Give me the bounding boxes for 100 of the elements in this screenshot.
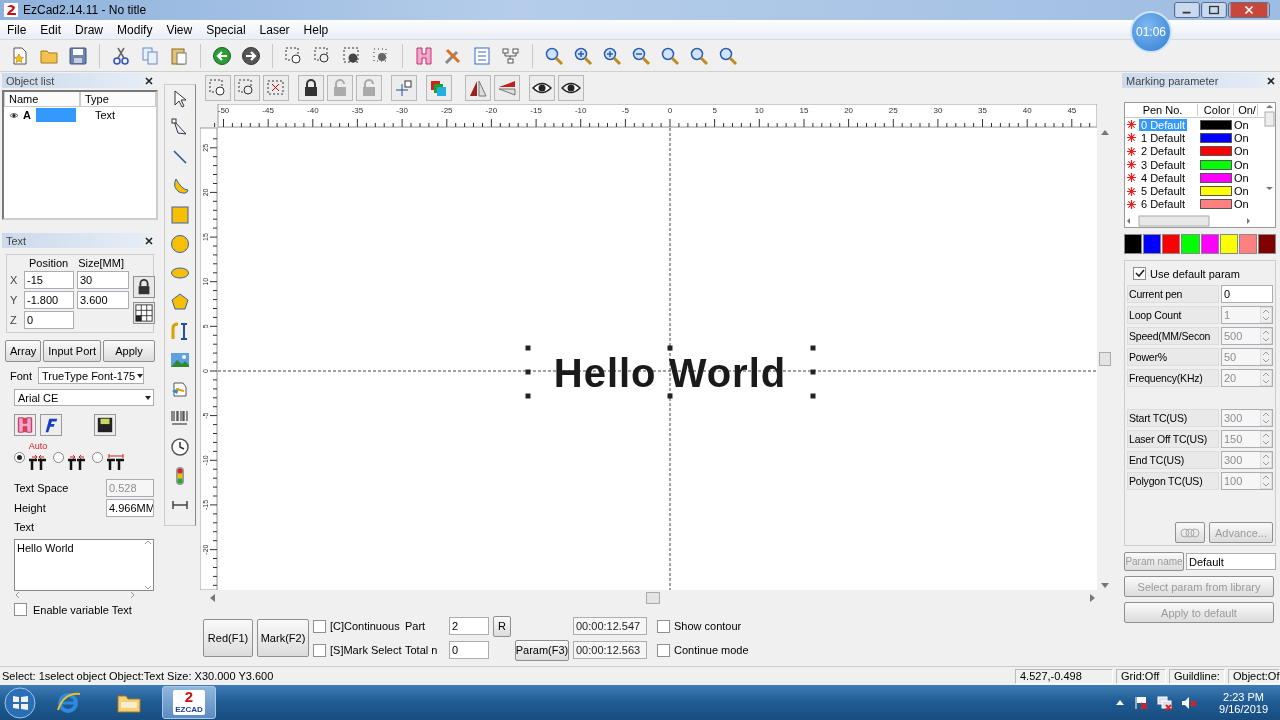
close-icon[interactable] xyxy=(1266,75,1276,86)
image-icon[interactable] xyxy=(170,350,190,370)
preview-button[interactable]: Red(F1) xyxy=(203,619,253,657)
scroll-thumb[interactable] xyxy=(1099,352,1111,366)
position-field[interactable]: 0 xyxy=(24,311,74,329)
radio-button[interactable] xyxy=(14,452,25,463)
zoom-icon[interactable] xyxy=(689,45,709,66)
import-icon[interactable] xyxy=(170,379,190,399)
color-swatch[interactable] xyxy=(1200,186,1232,197)
spacing-icon[interactable] xyxy=(105,451,127,471)
pen-name[interactable]: 1 Default xyxy=(1139,131,1188,144)
color-swatch[interactable] xyxy=(1200,199,1232,210)
rectangle-icon[interactable] xyxy=(170,205,190,225)
clock-icon[interactable] xyxy=(170,437,190,457)
input-port-button[interactable]: Input Port xyxy=(43,340,101,362)
scroll-right-icon[interactable] xyxy=(1089,593,1097,603)
reset-button[interactable]: R xyxy=(493,615,511,637)
array-button[interactable]: Array xyxy=(5,340,42,362)
mirror-icon[interactable] xyxy=(497,78,517,98)
menu-item[interactable]: Draw xyxy=(68,22,111,37)
minimize-icon[interactable] xyxy=(1174,2,1200,18)
zoom-icon[interactable] xyxy=(718,45,738,66)
selection-handles[interactable] xyxy=(525,345,816,399)
object-name[interactable]: A xyxy=(23,109,33,121)
tree-icon[interactable] xyxy=(501,45,521,66)
zoom-in-icon[interactable] xyxy=(573,45,593,66)
grid-icon[interactable] xyxy=(135,304,153,322)
eye-icon[interactable] xyxy=(8,110,20,120)
node-edit-icon[interactable] xyxy=(170,118,190,138)
layers-icon[interactable] xyxy=(429,78,449,98)
menu-item[interactable]: View xyxy=(159,22,200,37)
column-header[interactable]: Type xyxy=(80,92,156,107)
checkbox[interactable] xyxy=(1133,267,1146,280)
selection-icon[interactable] xyxy=(208,78,228,98)
mark-button[interactable]: Mark(F2) xyxy=(257,619,309,657)
color-swatch[interactable] xyxy=(1219,234,1238,254)
radio-button[interactable] xyxy=(92,452,103,463)
position-field[interactable]: -1.800 xyxy=(24,291,74,309)
color-swatch[interactable] xyxy=(1162,234,1181,254)
checkbox[interactable] xyxy=(313,619,326,633)
new-file-icon[interactable] xyxy=(10,45,30,66)
zoom-icon[interactable] xyxy=(660,45,680,66)
color-swatch[interactable] xyxy=(1200,119,1232,130)
up-arrow-icon[interactable] xyxy=(1115,698,1126,707)
part-field[interactable]: 2 xyxy=(449,617,489,635)
flag-icon[interactable] xyxy=(1133,694,1150,711)
scroll-up-icon[interactable] xyxy=(1100,128,1110,136)
font-type-dropdown[interactable]: TrueType Font-175 xyxy=(38,367,144,384)
total-field[interactable]: 0 xyxy=(449,641,489,659)
color-swatch[interactable] xyxy=(1238,234,1257,254)
scroll-down-icon[interactable] xyxy=(1100,582,1110,590)
font-name-dropdown[interactable]: Arial CE xyxy=(14,389,154,406)
color-swatch[interactable] xyxy=(1200,234,1219,254)
color-swatch[interactable] xyxy=(1200,132,1232,143)
taskbar-app[interactable]: 2 EZCAD xyxy=(162,686,216,719)
column-header[interactable]: Pen No. xyxy=(1125,104,1198,116)
position-field[interactable]: -15 xyxy=(24,271,74,289)
checkbox[interactable] xyxy=(313,643,326,657)
rings-button[interactable] xyxy=(1175,522,1205,543)
column-header[interactable]: Name xyxy=(4,92,80,107)
selection-icon[interactable] xyxy=(284,45,304,66)
param-button[interactable]: Param(F3) xyxy=(515,639,569,661)
polygon-icon[interactable] xyxy=(170,292,190,312)
checkbox[interactable] xyxy=(14,603,27,616)
param-field[interactable]: 0 xyxy=(1221,285,1273,303)
barcode-icon[interactable] xyxy=(170,408,190,428)
circle-icon[interactable] xyxy=(170,234,190,254)
color-swatch[interactable] xyxy=(1124,234,1143,254)
menu-item[interactable]: File xyxy=(0,22,34,37)
param-name-field[interactable]: Default xyxy=(1186,553,1276,570)
scroll-thumb[interactable] xyxy=(645,592,660,604)
cut-icon[interactable] xyxy=(111,45,131,66)
color-swatch[interactable] xyxy=(1181,234,1200,254)
checkbox[interactable] xyxy=(657,643,670,657)
scroll-left-icon[interactable] xyxy=(208,593,216,603)
color-swatch[interactable] xyxy=(1200,146,1232,157)
search-icon[interactable] xyxy=(544,45,564,66)
selection-icon[interactable] xyxy=(266,78,286,98)
pen-name[interactable]: 4 Default xyxy=(1139,171,1188,184)
menu-item[interactable]: Special xyxy=(199,22,253,37)
pen-name[interactable]: 6 Default xyxy=(1139,198,1188,211)
pen-name[interactable]: 5 Default xyxy=(1139,185,1188,198)
color-swatch[interactable] xyxy=(1200,159,1232,170)
vertical-scrollbar[interactable] xyxy=(143,540,153,590)
color-swatch[interactable] xyxy=(1200,172,1232,183)
paste-icon[interactable] xyxy=(169,45,189,66)
save-icon[interactable] xyxy=(96,416,114,434)
menu-item[interactable]: Modify xyxy=(110,22,160,37)
text-tool-icon[interactable] xyxy=(170,321,190,341)
menu-item[interactable]: Edit xyxy=(33,22,69,37)
size-field[interactable]: 3.600 xyxy=(77,291,129,309)
close-icon[interactable] xyxy=(144,235,154,246)
network-icon[interactable] xyxy=(1157,694,1174,711)
color-swatch[interactable] xyxy=(1143,234,1162,254)
horizontal-scrollbar[interactable] xyxy=(15,590,135,600)
menu-item[interactable]: Help xyxy=(296,22,336,37)
crosshair-icon[interactable] xyxy=(394,78,414,98)
selection-icon[interactable] xyxy=(342,45,362,66)
maximize-icon[interactable] xyxy=(1201,2,1227,18)
striped-h-icon[interactable] xyxy=(414,45,434,66)
